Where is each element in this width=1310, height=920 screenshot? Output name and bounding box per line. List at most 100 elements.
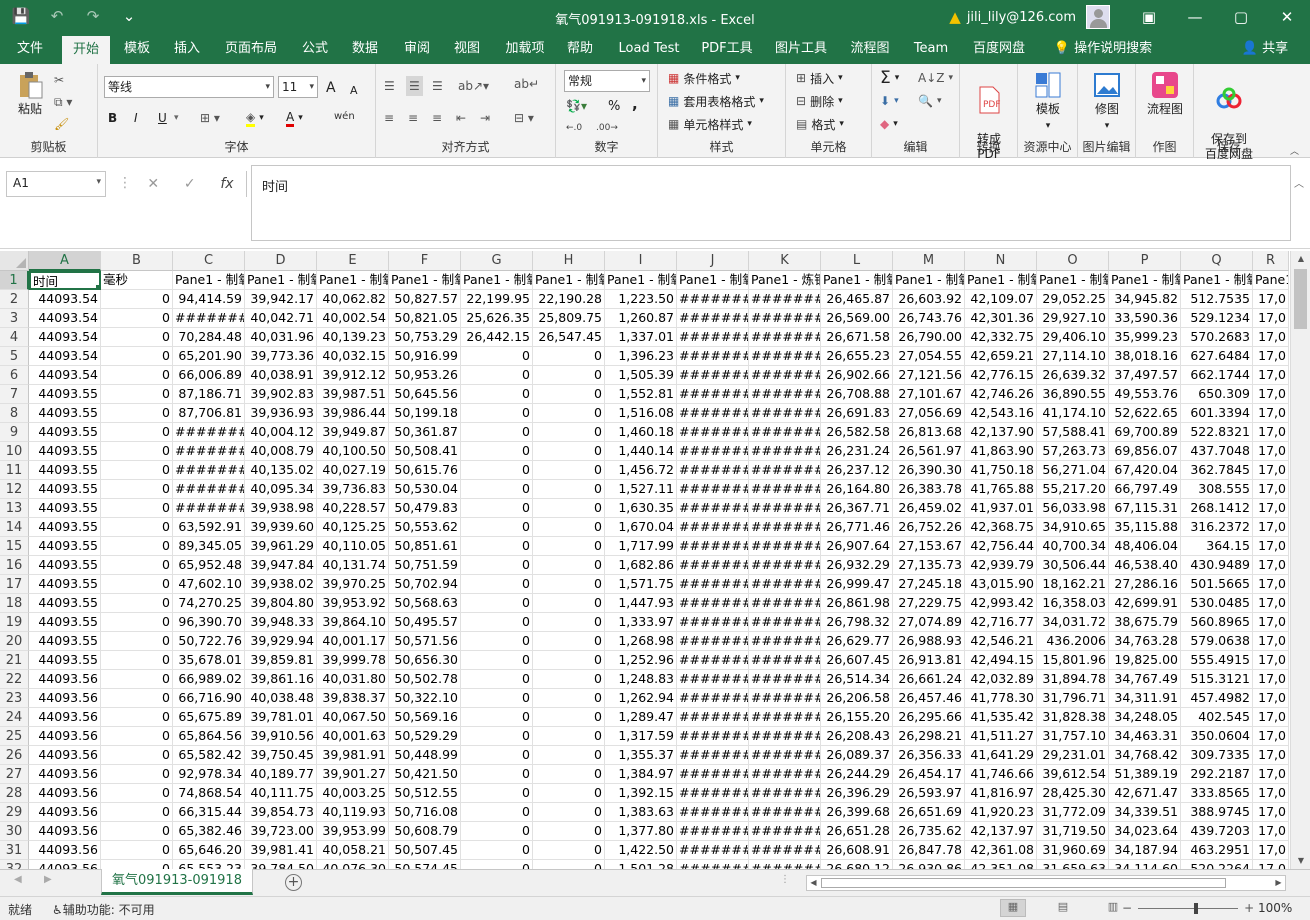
table-cell[interactable]: 39,861.16 xyxy=(245,670,317,689)
table-cell[interactable]: 42,546.21 xyxy=(965,632,1037,651)
row-header[interactable]: 5 xyxy=(0,347,29,366)
table-cell[interactable]: 26,639.32 xyxy=(1037,366,1109,385)
table-cell[interactable]: 39,953.92 xyxy=(317,594,389,613)
table-cell[interactable]: ####### xyxy=(677,822,749,841)
fill-icon[interactable]: ⬇ ▾ xyxy=(880,91,899,111)
table-cell[interactable]: 17,0 xyxy=(1253,499,1289,518)
table-cell[interactable]: 39,939.60 xyxy=(245,518,317,537)
table-cell[interactable]: 1,456.72 xyxy=(605,461,677,480)
table-cell[interactable]: 44093.55 xyxy=(29,518,101,537)
table-cell[interactable]: 26,208.43 xyxy=(821,727,893,746)
table-cell[interactable]: 292.2187 xyxy=(1181,765,1253,784)
table-cell[interactable]: 0 xyxy=(533,518,605,537)
table-cell[interactable]: 26,607.45 xyxy=(821,651,893,670)
table-cell[interactable]: 0 xyxy=(101,385,173,404)
table-cell[interactable]: 0 xyxy=(461,822,533,841)
table-cell[interactable]: 40,100.50 xyxy=(317,442,389,461)
italic-button[interactable]: I xyxy=(134,108,138,128)
column-header[interactable]: E xyxy=(317,251,389,271)
table-cell[interactable]: 26,514.34 xyxy=(821,670,893,689)
table-cell[interactable]: 31,719.50 xyxy=(1037,822,1109,841)
table-cell[interactable]: 39,942.17 xyxy=(245,290,317,309)
wrap-text-icon[interactable]: ab↵ xyxy=(514,74,539,94)
table-cell[interactable]: 0 xyxy=(461,404,533,423)
tab-load-test[interactable]: Load Test xyxy=(610,34,688,64)
table-cell[interactable]: 26,593.97 xyxy=(893,784,965,803)
find-select-icon[interactable]: 🔍 ▾ xyxy=(918,91,941,111)
table-cell[interactable]: 0 xyxy=(101,670,173,689)
customize-qat-icon[interactable]: ⌄ xyxy=(118,7,140,25)
table-cell[interactable]: 50,574.45 xyxy=(389,860,461,869)
copy-icon[interactable]: ⧉ ▾ xyxy=(54,92,72,112)
table-cell[interactable]: 39,981.91 xyxy=(317,746,389,765)
table-cell[interactable]: 17,0 xyxy=(1253,613,1289,632)
table-cell[interactable]: 40,001.17 xyxy=(317,632,389,651)
table-cell[interactable]: 0 xyxy=(461,347,533,366)
table-cell[interactable]: 39,854.73 xyxy=(245,803,317,822)
table-cell[interactable]: 40,032.15 xyxy=(317,347,389,366)
increase-indent-icon[interactable]: ⇥ xyxy=(480,108,490,128)
table-cell[interactable]: 42,301.36 xyxy=(965,309,1037,328)
bottom-align-icon[interactable]: ☰ xyxy=(432,76,443,96)
top-align-icon[interactable]: ☰ xyxy=(384,76,395,96)
table-cell[interactable]: 66,006.89 xyxy=(173,366,245,385)
row-header[interactable]: 23 xyxy=(0,689,29,708)
table-cell[interactable]: 29,052.25 xyxy=(1037,290,1109,309)
table-cell[interactable]: ####### xyxy=(173,499,245,518)
table-cell[interactable]: 0 xyxy=(101,366,173,385)
table-cell[interactable]: 44093.55 xyxy=(29,404,101,423)
table-cell[interactable]: 41,863.90 xyxy=(965,442,1037,461)
table-cell[interactable]: 26,399.68 xyxy=(821,803,893,822)
table-cell[interactable]: 39,949.87 xyxy=(317,423,389,442)
table-cell[interactable]: 33,590.36 xyxy=(1109,309,1181,328)
table-cell[interactable]: 40,067.50 xyxy=(317,708,389,727)
table-cell[interactable]: 0 xyxy=(461,480,533,499)
table-cell[interactable]: 0 xyxy=(101,556,173,575)
table-cell[interactable]: 17,0 xyxy=(1253,537,1289,556)
row-header[interactable]: 17 xyxy=(0,575,29,594)
table-cell[interactable]: 0 xyxy=(461,746,533,765)
header-cell[interactable]: Pane1 - 制氧 xyxy=(533,271,605,290)
table-cell[interactable]: 0 xyxy=(461,518,533,537)
restore-button[interactable]: ▢ xyxy=(1218,0,1264,34)
table-cell[interactable]: 601.3394 xyxy=(1181,404,1253,423)
horizontal-scrollbar[interactable]: ◀ ▶ xyxy=(806,875,1286,891)
table-cell[interactable]: 0 xyxy=(461,575,533,594)
table-cell[interactable]: 27,056.69 xyxy=(893,404,965,423)
table-cell[interactable]: 44093.56 xyxy=(29,822,101,841)
table-cell[interactable]: 44093.55 xyxy=(29,632,101,651)
table-cell[interactable]: 44093.54 xyxy=(29,347,101,366)
table-cell[interactable]: 0 xyxy=(533,347,605,366)
delete-cells-button[interactable]: ⊟ 删除 ▾ xyxy=(796,91,843,111)
header-cell[interactable]: 毫秒 xyxy=(101,271,173,290)
table-cell[interactable]: ####### xyxy=(749,423,821,442)
table-cell[interactable]: 34,945.82 xyxy=(1109,290,1181,309)
table-cell[interactable]: ####### xyxy=(677,347,749,366)
row-header[interactable]: 3 xyxy=(0,309,29,328)
table-cell[interactable]: 26,743.76 xyxy=(893,309,965,328)
header-cell[interactable]: Pane1 - 制氧 xyxy=(245,271,317,290)
table-cell[interactable]: 40,031.96 xyxy=(245,328,317,347)
table-cell[interactable]: 26,237.12 xyxy=(821,461,893,480)
table-cell[interactable]: ####### xyxy=(677,404,749,423)
table-cell[interactable]: 39,773.36 xyxy=(245,347,317,366)
column-header[interactable]: P xyxy=(1109,251,1181,271)
table-cell[interactable]: 34,463.31 xyxy=(1109,727,1181,746)
table-cell[interactable]: 50,568.63 xyxy=(389,594,461,613)
table-cell[interactable]: 40,038.48 xyxy=(245,689,317,708)
redo-icon[interactable]: ↷ xyxy=(82,7,104,25)
table-cell[interactable]: ####### xyxy=(677,518,749,537)
table-cell[interactable]: 40,135.02 xyxy=(245,461,317,480)
row-header[interactable]: 30 xyxy=(0,822,29,841)
table-cell[interactable]: 17,0 xyxy=(1253,727,1289,746)
header-cell[interactable]: Pane1 - 制氧 xyxy=(461,271,533,290)
table-cell[interactable]: 1,355.37 xyxy=(605,746,677,765)
table-cell[interactable]: 19,825.00 xyxy=(1109,651,1181,670)
table-cell[interactable]: 437.7048 xyxy=(1181,442,1253,461)
table-cell[interactable]: 0 xyxy=(101,803,173,822)
table-cell[interactable]: ####### xyxy=(677,442,749,461)
table-cell[interactable]: 50,916.99 xyxy=(389,347,461,366)
table-cell[interactable]: 44093.56 xyxy=(29,727,101,746)
table-cell[interactable]: 26,735.62 xyxy=(893,822,965,841)
table-cell[interactable]: 0 xyxy=(461,442,533,461)
